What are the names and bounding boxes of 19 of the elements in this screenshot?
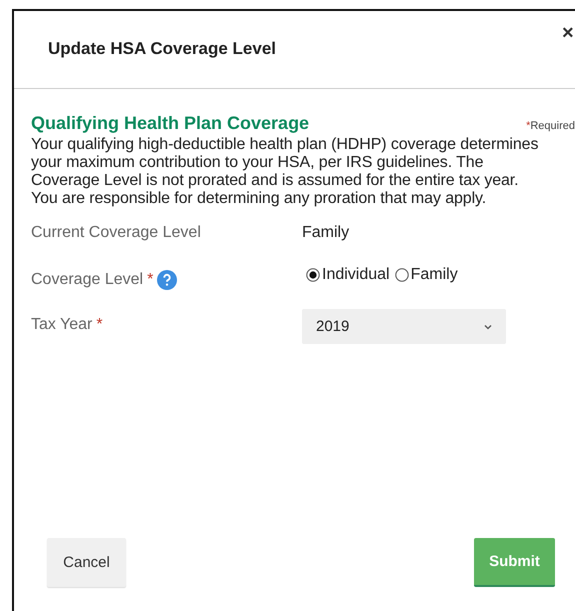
- cancel-button[interactable]: Cancel: [47, 538, 126, 587]
- required-mark: *: [147, 271, 154, 289]
- year-dropdown[interactable]: 2019: [302, 309, 506, 344]
- chevron-down-icon: [484, 324, 492, 330]
- required-note: *Required: [526, 120, 575, 132]
- radio-label[interactable]: Family: [410, 266, 458, 284]
- field-label: Tax Year: [31, 316, 92, 334]
- close-button[interactable]: ×: [562, 23, 574, 43]
- required-mark: *: [96, 316, 103, 334]
- field-label: Coverage Level: [31, 271, 144, 289]
- dialog-title: Update HSA Coverage Level: [48, 38, 276, 58]
- field-label: Current Coverage Level: [31, 224, 201, 242]
- radio-button[interactable]: [394, 268, 409, 282]
- radio-label[interactable]: Individual: [322, 266, 390, 284]
- help-icon[interactable]: [157, 270, 178, 290]
- description-text: Your qualifying high-deductible health plan (HDHP) coverage determines your maximum contribution to your HSA, per IRS guidelines. The Coverage Level is not prorated and is assumed for the entire tax year. You are responsible for determining any proration that may apply.: [31, 136, 540, 208]
- section-heading: Qualifying Health Plan Coverage: [31, 113, 310, 134]
- field-value: Family: [302, 224, 350, 242]
- radio-button[interactable]: [306, 268, 320, 282]
